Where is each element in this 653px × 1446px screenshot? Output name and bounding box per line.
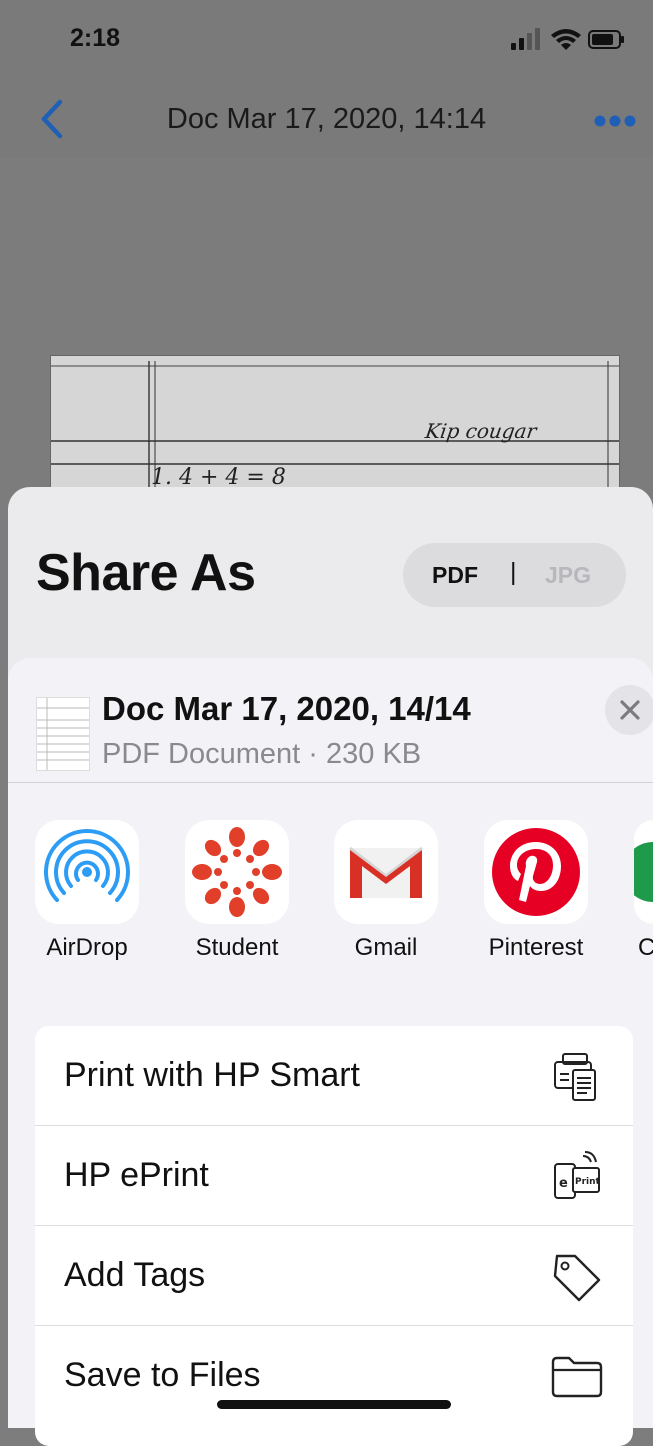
app-partial[interactable] <box>634 820 653 924</box>
partial-app-icon <box>634 842 653 902</box>
document-thumbnail-lines <box>37 698 89 770</box>
action-hp-eprint[interactable]: HP ePrint e Print <box>35 1126 633 1226</box>
close-icon <box>620 700 640 720</box>
file-thumbnail <box>36 697 90 771</box>
app-label-partial: C <box>638 934 653 961</box>
actions-list: Print with HP Smart HP ePrint e Print Ad… <box>35 1026 633 1446</box>
home-indicator <box>217 1400 451 1409</box>
app-label-gmail: Gmail <box>354 934 418 961</box>
format-separator: | <box>510 558 517 586</box>
action-print-hp-smart[interactable]: Print with HP Smart <box>35 1026 633 1126</box>
app-airdrop[interactable] <box>35 820 139 924</box>
ellipsis-icon <box>594 115 636 127</box>
battery-icon <box>588 30 624 49</box>
action-label: HP ePrint <box>64 1156 209 1194</box>
app-label-student: Student <box>195 934 279 961</box>
file-details: PDF Document · 230 KB <box>102 738 422 770</box>
app-student[interactable] <box>185 820 289 924</box>
pinterest-icon <box>492 828 580 916</box>
gmail-icon <box>349 846 423 898</box>
svg-text:Print: Print <box>575 1177 601 1187</box>
handwriting-name: Kip cougar <box>423 419 540 443</box>
action-label: Add Tags <box>64 1256 206 1294</box>
scanned-page-lines: Kip cougar 1. 4 + 4 = 8 <box>51 361 619 506</box>
more-button[interactable] <box>593 112 637 130</box>
folder-icon <box>551 1356 603 1398</box>
wifi-icon <box>551 29 581 50</box>
app-label-pinterest: Pinterest <box>488 934 584 961</box>
status-time: 2:18 <box>70 24 121 52</box>
format-option-pdf[interactable]: PDF <box>432 562 478 589</box>
app-gmail[interactable] <box>334 820 438 924</box>
canvas-student-icon <box>192 827 282 917</box>
nav-title: Doc Mar 17, 2020, 14:14 <box>166 103 487 135</box>
action-save-to-files[interactable]: Save to Files <box>35 1326 633 1426</box>
action-label: Print with HP Smart <box>64 1056 361 1094</box>
format-option-jpg[interactable]: JPG <box>545 562 591 589</box>
header-divider <box>8 782 653 783</box>
tag-icon <box>553 1254 601 1302</box>
close-button[interactable] <box>605 685 653 735</box>
share-as-title: Share As <box>36 544 256 602</box>
printer-icon <box>554 1053 596 1101</box>
svg-text:e: e <box>559 1176 568 1191</box>
airdrop-icon <box>44 829 130 902</box>
eprint-icon: e Print <box>554 1151 601 1199</box>
app-pinterest[interactable] <box>484 820 588 924</box>
file-name: Doc Mar 17, 2020, 14/14 <box>102 690 471 727</box>
action-label: Save to Files <box>64 1356 261 1394</box>
app-label-airdrop: AirDrop <box>46 934 128 961</box>
cellular-signal-icon <box>511 28 540 50</box>
action-add-tags[interactable]: Add Tags <box>35 1226 633 1326</box>
status-icons <box>511 28 624 50</box>
document-page: Kip cougar 1. 4 + 4 = 8 <box>50 355 620 507</box>
